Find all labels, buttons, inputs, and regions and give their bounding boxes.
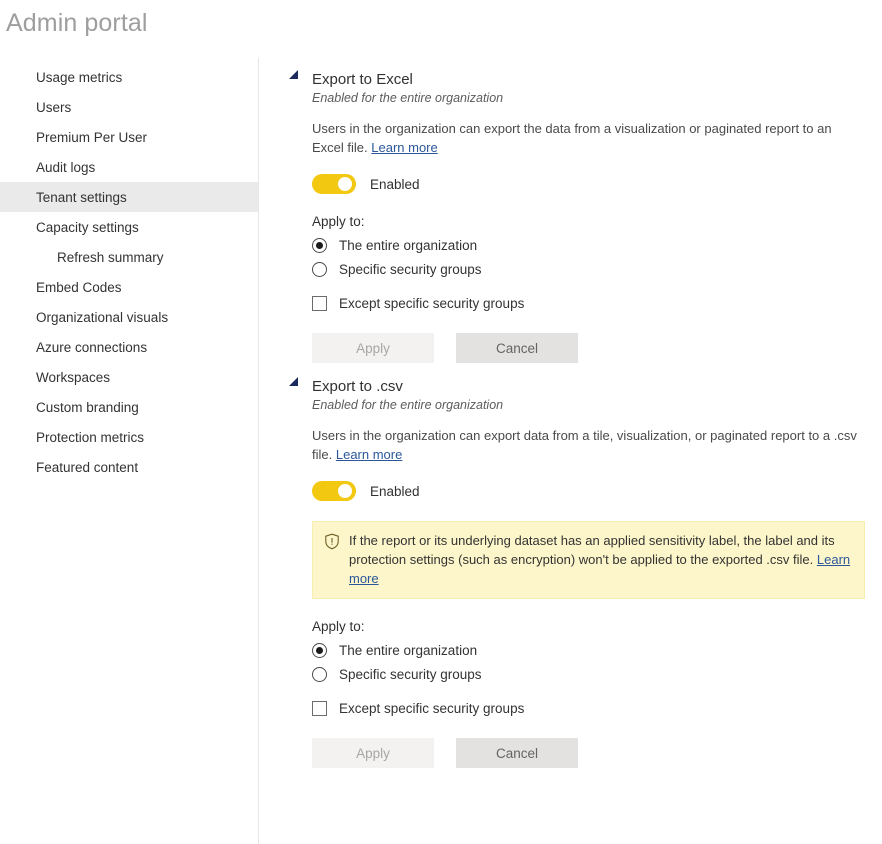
sidebar-item-custom-branding[interactable]: Custom branding: [0, 392, 258, 422]
action-button-row: Apply Cancel: [312, 738, 864, 768]
shield-warning-icon: [324, 533, 340, 550]
radio-specific-security-groups[interactable]: Specific security groups: [312, 262, 864, 277]
setting-status: Enabled for the entire organization: [312, 91, 504, 105]
chevron-expanded-icon[interactable]: [289, 377, 298, 386]
setting-title[interactable]: Export to Excel: [312, 70, 864, 89]
sidebar-item-protection-metrics[interactable]: Protection metrics: [0, 422, 258, 452]
sidebar-nav: Usage metrics Users Premium Per User Aud…: [0, 58, 259, 844]
sidebar-item-azure-connections[interactable]: Azure connections: [0, 332, 258, 362]
radio-entire-organization[interactable]: The entire organization: [312, 238, 864, 253]
checkbox-except-specific-security-groups[interactable]: Except specific security groups: [312, 296, 864, 311]
learn-more-link[interactable]: Learn more: [371, 140, 437, 155]
radio-label: Specific security groups: [339, 262, 482, 277]
toggle-knob: [338, 484, 352, 498]
radio-button-icon: [312, 262, 327, 277]
radio-label: The entire organization: [339, 238, 478, 253]
enable-toggle-label: Enabled: [370, 483, 420, 499]
radio-specific-security-groups[interactable]: Specific security groups: [312, 667, 864, 682]
sidebar-item-label: Custom branding: [36, 399, 139, 415]
enable-toggle[interactable]: [312, 174, 356, 194]
sidebar-item-tenant-settings[interactable]: Tenant settings: [0, 182, 258, 212]
sensitivity-label-warning-banner: If the report or its underlying dataset …: [312, 521, 865, 599]
radio-label: Specific security groups: [339, 667, 482, 682]
sidebar-item-label: Embed Codes: [36, 279, 122, 295]
sidebar-item-label: Tenant settings: [36, 189, 127, 205]
radio-button-icon: [312, 667, 327, 682]
sidebar-item-label: Usage metrics: [36, 69, 123, 85]
sidebar-item-label: Organizational visuals: [36, 309, 169, 325]
enable-toggle[interactable]: [312, 481, 356, 501]
checkbox-label: Except specific security groups: [339, 296, 525, 311]
sidebar-item-label: Protection metrics: [36, 429, 145, 445]
radio-label: The entire organization: [339, 643, 478, 658]
sidebar-item-label: Users: [36, 99, 72, 115]
checkbox-except-specific-security-groups[interactable]: Except specific security groups: [312, 701, 864, 716]
action-button-row: Apply Cancel: [312, 333, 864, 363]
tenant-settings-content: Export to Excel Enabled for the entire o…: [259, 58, 882, 844]
sidebar-item-label: Azure connections: [36, 339, 148, 355]
sidebar-item-label: Premium Per User: [36, 129, 148, 145]
banner-text: If the report or its underlying dataset …: [349, 531, 852, 588]
setting-section-export-to-excel: Export to Excel Enabled for the entire o…: [259, 58, 882, 363]
sidebar-item-label: Capacity settings: [36, 219, 139, 235]
setting-title[interactable]: Export to .csv: [312, 377, 864, 396]
apply-button[interactable]: Apply: [312, 738, 434, 768]
setting-status: Enabled for the entire organization: [312, 398, 504, 412]
admin-portal-page: Admin portal Usage metrics Users Premium…: [0, 0, 882, 844]
checkbox-icon: [312, 701, 327, 716]
radio-entire-organization[interactable]: The entire organization: [312, 643, 864, 658]
enable-toggle-label: Enabled: [370, 176, 420, 192]
banner-message: If the report or its underlying dataset …: [349, 533, 835, 567]
sidebar-item-label: Audit logs: [36, 159, 96, 175]
sidebar-item-workspaces[interactable]: Workspaces: [0, 362, 258, 392]
sidebar-item-audit-logs[interactable]: Audit logs: [0, 152, 258, 182]
cancel-button[interactable]: Cancel: [456, 333, 578, 363]
setting-section-export-to-csv: Export to .csv Enabled for the entire or…: [259, 363, 882, 768]
enable-toggle-row: Enabled: [312, 481, 864, 501]
apply-to-label: Apply to:: [312, 214, 365, 229]
sidebar-item-organizational-visuals[interactable]: Organizational visuals: [0, 302, 258, 332]
setting-description: Users in the organization can export dat…: [312, 426, 864, 464]
radio-button-icon: [312, 643, 327, 658]
checkbox-label: Except specific security groups: [339, 701, 525, 716]
sidebar-item-embed-codes[interactable]: Embed Codes: [0, 272, 258, 302]
sidebar-item-label: Refresh summary: [57, 249, 164, 265]
sidebar-item-usage-metrics[interactable]: Usage metrics: [0, 62, 258, 92]
checkbox-icon: [312, 296, 327, 311]
sidebar-item-label: Featured content: [36, 459, 139, 475]
enable-toggle-row: Enabled: [312, 174, 864, 194]
sidebar-item-premium-per-user[interactable]: Premium Per User: [0, 122, 258, 152]
sidebar-item-refresh-summary[interactable]: Refresh summary: [0, 242, 258, 272]
learn-more-link[interactable]: Learn more: [336, 447, 402, 462]
sidebar-item-label: Workspaces: [36, 369, 111, 385]
cancel-button[interactable]: Cancel: [456, 738, 578, 768]
setting-description: Users in the organization can export the…: [312, 119, 864, 157]
radio-button-icon: [312, 238, 327, 253]
page-title: Admin portal: [6, 9, 148, 37]
sidebar-item-capacity-settings[interactable]: Capacity settings: [0, 212, 258, 242]
sidebar-item-users[interactable]: Users: [0, 92, 258, 122]
chevron-expanded-icon[interactable]: [289, 70, 298, 79]
toggle-knob: [338, 177, 352, 191]
sidebar-item-featured-content[interactable]: Featured content: [0, 452, 258, 482]
apply-to-label: Apply to:: [312, 619, 365, 634]
apply-button[interactable]: Apply: [312, 333, 434, 363]
